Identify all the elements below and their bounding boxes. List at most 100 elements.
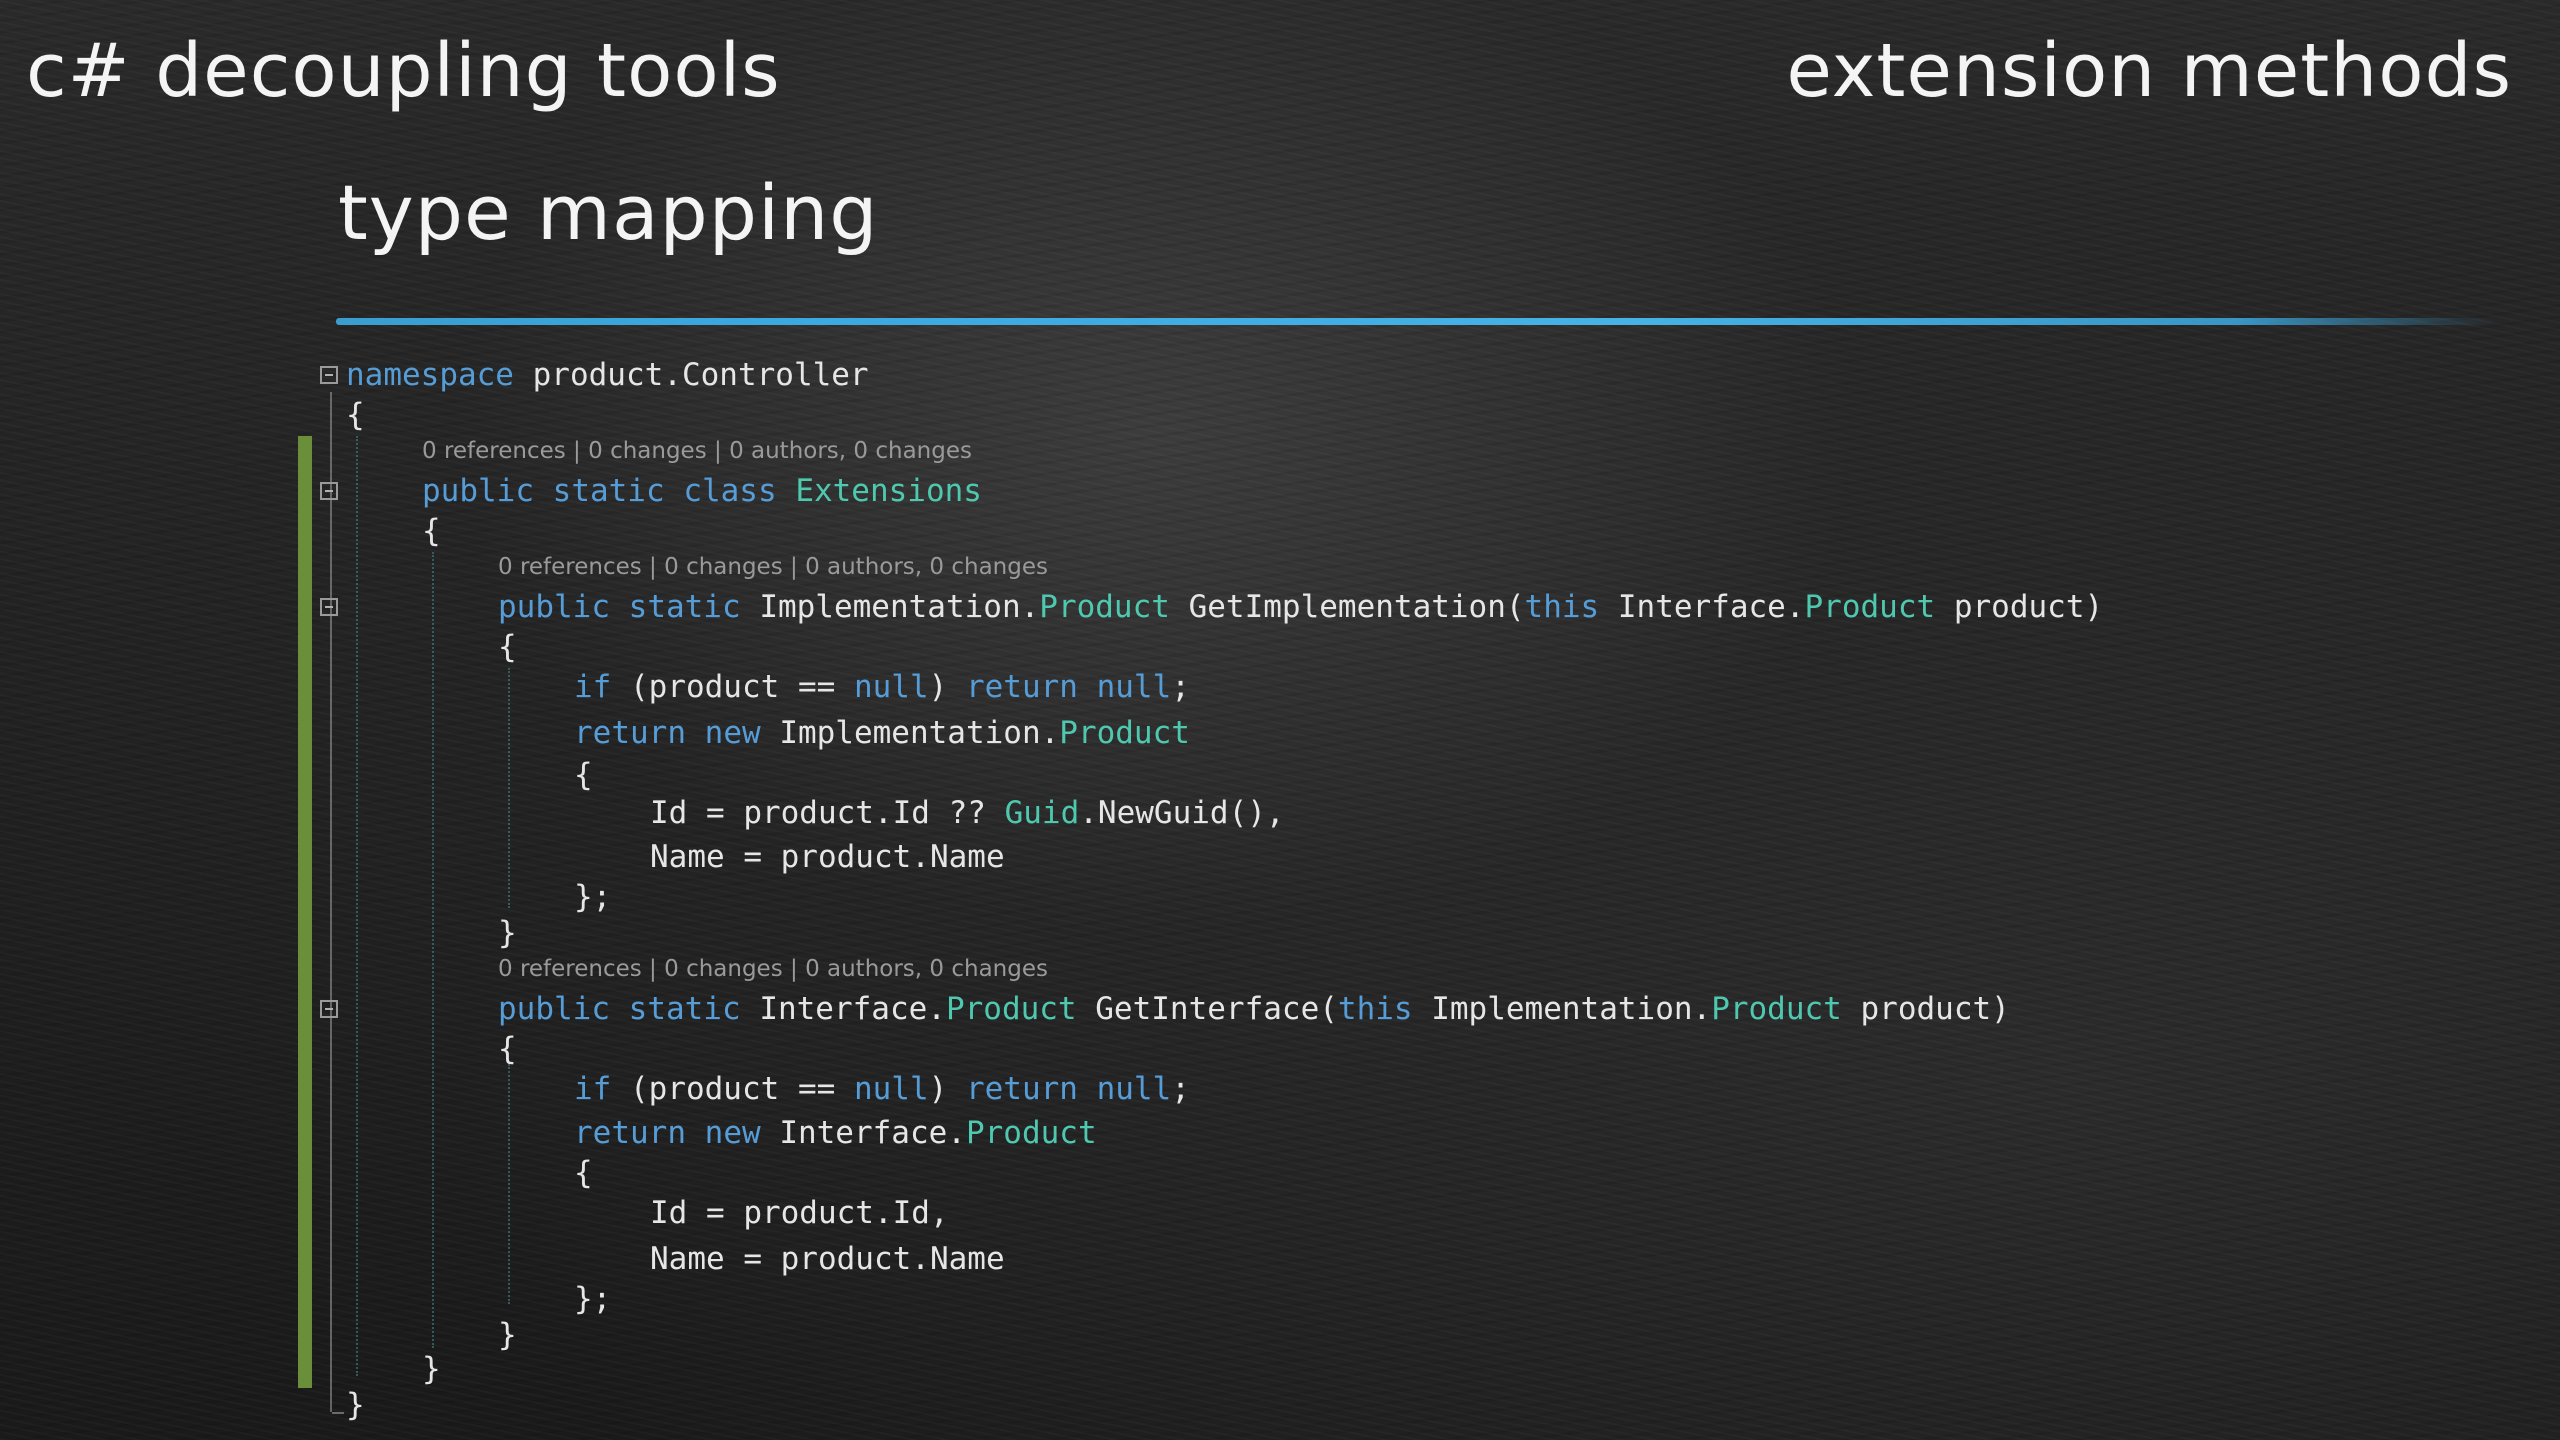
code-line-brace-close: }	[422, 1350, 441, 1388]
keyword: this	[1337, 991, 1413, 1027]
brace: {	[498, 629, 517, 665]
keyword: namespace	[346, 357, 514, 393]
keyword: if	[574, 1071, 612, 1107]
keyword: if	[574, 669, 612, 705]
parameter: product)	[1841, 991, 2010, 1027]
namespace-ref: Implementation.	[759, 589, 1040, 625]
outline-line	[330, 392, 332, 1412]
namespace-ref: Implementation.	[760, 715, 1060, 751]
brace: {	[574, 1155, 593, 1191]
code-line-brace: {	[498, 628, 517, 666]
type-name: Product	[1039, 589, 1170, 625]
code-line-return-new: return new Interface.Product	[574, 1114, 1097, 1152]
collapse-method-2-icon[interactable]	[320, 1000, 338, 1018]
code-line-brace-close: }	[346, 1386, 365, 1424]
brace: {	[422, 513, 441, 549]
brace: }	[422, 1351, 441, 1387]
keyword: return	[574, 715, 686, 751]
code-line-brace: {	[346, 396, 365, 434]
code-line-brace: {	[422, 512, 441, 550]
code-line-return-new: return new Implementation.Product	[574, 714, 1190, 752]
code-line-method-2-decl: public static Interface.Product GetInter…	[498, 990, 2010, 1028]
brace: }	[346, 1387, 365, 1423]
punctuation: ;	[1171, 1071, 1190, 1107]
code-line-null-check: if (product == null) return null;	[574, 1070, 1190, 1108]
code-line-name-assign: Name = product.Name	[650, 838, 1005, 876]
assignment: Name = product.Name	[650, 1241, 1005, 1277]
class-name: Extensions	[795, 473, 982, 509]
brace: {	[498, 1031, 517, 1067]
code-line-id-assign: Id = product.Id ?? Guid.NewGuid(),	[650, 794, 1285, 832]
punctuation: )	[928, 1071, 966, 1107]
brace: }	[498, 1317, 517, 1353]
code-line-end-init: };	[574, 878, 611, 916]
codelens-class[interactable]: 0 references | 0 changes | 0 authors, 0 …	[422, 436, 972, 466]
assignment: Id = product.Id,	[650, 1195, 949, 1231]
keyword: static	[628, 991, 741, 1027]
brace: {	[574, 757, 593, 793]
collapse-method-1-icon[interactable]	[320, 598, 338, 616]
code-line-brace: {	[574, 1154, 593, 1192]
keyword: public	[422, 473, 534, 509]
collapse-namespace-icon[interactable]	[320, 366, 338, 384]
brace: };	[574, 879, 612, 915]
code-line-name-assign: Name = product.Name	[650, 1240, 1005, 1278]
code-line-null-check: if (product == null) return null;	[574, 668, 1190, 706]
code-line-namespace: namespace product.Controller	[346, 356, 869, 394]
code-line-method-1-decl: public static Implementation.Product Get…	[498, 588, 2103, 626]
codelens-method-2[interactable]: 0 references | 0 changes | 0 authors, 0 …	[498, 954, 1048, 984]
keyword: new	[704, 715, 761, 751]
indent-guide	[508, 668, 511, 908]
slide-background: c# decoupling tools extension methods ty…	[0, 0, 2560, 1440]
method-call: .NewGuid(),	[1079, 795, 1285, 831]
namespace-name: product.Controller	[513, 357, 869, 393]
type-name: Product	[1711, 991, 1842, 1027]
keyword: null	[853, 1071, 929, 1107]
outline-end-tick	[332, 1412, 344, 1414]
brace: {	[346, 397, 365, 433]
code-line-brace: {	[498, 1030, 517, 1068]
keyword: static	[552, 473, 665, 509]
code-line-brace: {	[574, 756, 593, 794]
keyword: public	[498, 991, 610, 1027]
namespace-ref: Interface.	[1599, 589, 1805, 625]
code-line-brace-close: }	[498, 914, 517, 952]
namespace-ref: Interface.	[760, 1115, 966, 1151]
assignment: Id = product.Id ??	[650, 795, 1005, 831]
type-name: Product	[945, 991, 1077, 1027]
punctuation: ;	[1171, 669, 1190, 705]
brace: }	[498, 915, 517, 951]
keyword: static	[628, 589, 741, 625]
assignment: Name = product.Name	[650, 839, 1005, 875]
keyword: new	[704, 1115, 761, 1151]
namespace-ref: Implementation.	[1412, 991, 1712, 1027]
indent-guide	[432, 552, 435, 1348]
expression: (product ==	[611, 669, 854, 705]
brace: };	[574, 1281, 612, 1317]
code-line-end-init: };	[574, 1280, 611, 1318]
method-name: GetInterface(	[1076, 991, 1338, 1027]
type-name: Product	[965, 1115, 1097, 1151]
keyword: null	[1096, 669, 1172, 705]
collapse-class-icon[interactable]	[320, 482, 338, 500]
type-name: Product	[1059, 715, 1190, 751]
expression: (product ==	[611, 1071, 854, 1107]
type-name: Guid	[1004, 795, 1080, 831]
keyword: return	[574, 1115, 686, 1151]
keyword: public	[498, 589, 610, 625]
keyword: null	[853, 669, 929, 705]
code-line-class-decl: public static class Extensions	[422, 472, 982, 510]
namespace-ref: Interface.	[759, 991, 946, 1027]
keyword: this	[1524, 589, 1600, 625]
parameter: product)	[1935, 589, 2104, 625]
keyword: return	[965, 1071, 1078, 1107]
keyword: return	[965, 669, 1078, 705]
indent-guide	[508, 1064, 511, 1304]
keyword: null	[1096, 1071, 1172, 1107]
change-indicator-bar	[298, 436, 312, 1388]
punctuation: )	[928, 669, 966, 705]
code-line-id-assign: Id = product.Id,	[650, 1194, 949, 1232]
codelens-method-1[interactable]: 0 references | 0 changes | 0 authors, 0 …	[498, 552, 1048, 582]
type-name: Product	[1804, 589, 1936, 625]
keyword: class	[683, 473, 777, 509]
